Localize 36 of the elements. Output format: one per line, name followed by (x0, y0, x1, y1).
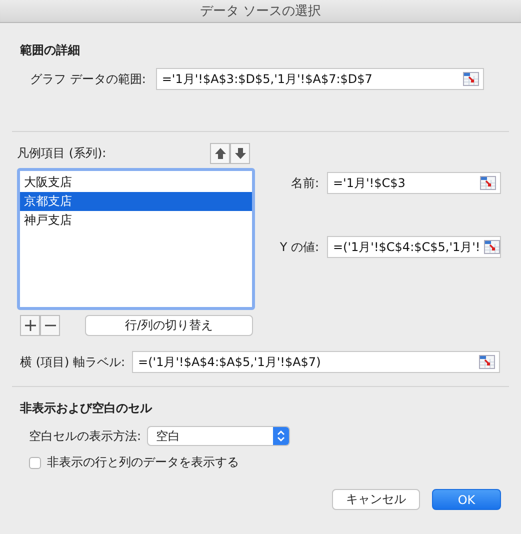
series-item[interactable]: 京都支店 (20, 192, 252, 211)
section-heading: 範囲の詳細 (20, 42, 81, 59)
field-label: Y の値: (280, 238, 319, 256)
add-button[interactable] (20, 315, 40, 336)
move-down-button[interactable] (230, 142, 250, 164)
range-select-icon[interactable] (479, 355, 496, 369)
series-item[interactable]: 大阪支店 (20, 173, 252, 192)
switch-row-column-button[interactable]: 行/列の切り替え (85, 315, 253, 336)
ok-button[interactable]: OK (432, 489, 501, 510)
series-item[interactable]: 神戸支店 (20, 211, 252, 230)
section-heading: 非表示および空白のセル (20, 400, 154, 417)
remove-button[interactable] (40, 315, 60, 336)
range-select-icon[interactable] (462, 72, 479, 86)
arrow-up-icon (214, 148, 226, 158)
checkbox[interactable] (29, 456, 41, 468)
range-select-icon[interactable] (480, 176, 496, 190)
series-list[interactable]: 大阪支店 京都支店 神戸支店 (17, 168, 255, 310)
field-label: 名前: (290, 174, 319, 192)
move-up-button[interactable] (210, 142, 230, 164)
field-label: 横 (項目) 軸ラベル: (20, 354, 126, 370)
popup-value: 空白 (156, 428, 180, 444)
field-label: グラフ データの範囲: (30, 70, 146, 88)
cancel-button[interactable]: キャンセル (332, 489, 420, 510)
reference-field[interactable]: ='1月'!$A$3:$D$5,'1月'!$A$7:$D$7 (156, 68, 484, 90)
field-label: 空白セルの表示方法: (29, 428, 142, 444)
reference-field[interactable]: =('1月'!$C$4:$C$5,'1月'! (327, 236, 501, 258)
arrow-down-icon (234, 148, 246, 158)
popup-menu[interactable]: 空白 (147, 426, 290, 446)
checkbox-label: 非表示の行と列のデータを表示する (47, 454, 239, 471)
window-title: データ ソースの選択 (200, 3, 322, 20)
field-label: 凡例項目 (系列): (17, 144, 106, 162)
range-select-icon[interactable] (484, 240, 500, 254)
reference-field[interactable]: =('1月'!$A$4:$A$5,'1月'!$A$7) (132, 351, 500, 373)
plus-icon (24, 320, 36, 331)
stepper-icon (277, 430, 286, 442)
reference-field[interactable]: ='1月'!$C$3 (327, 172, 501, 194)
